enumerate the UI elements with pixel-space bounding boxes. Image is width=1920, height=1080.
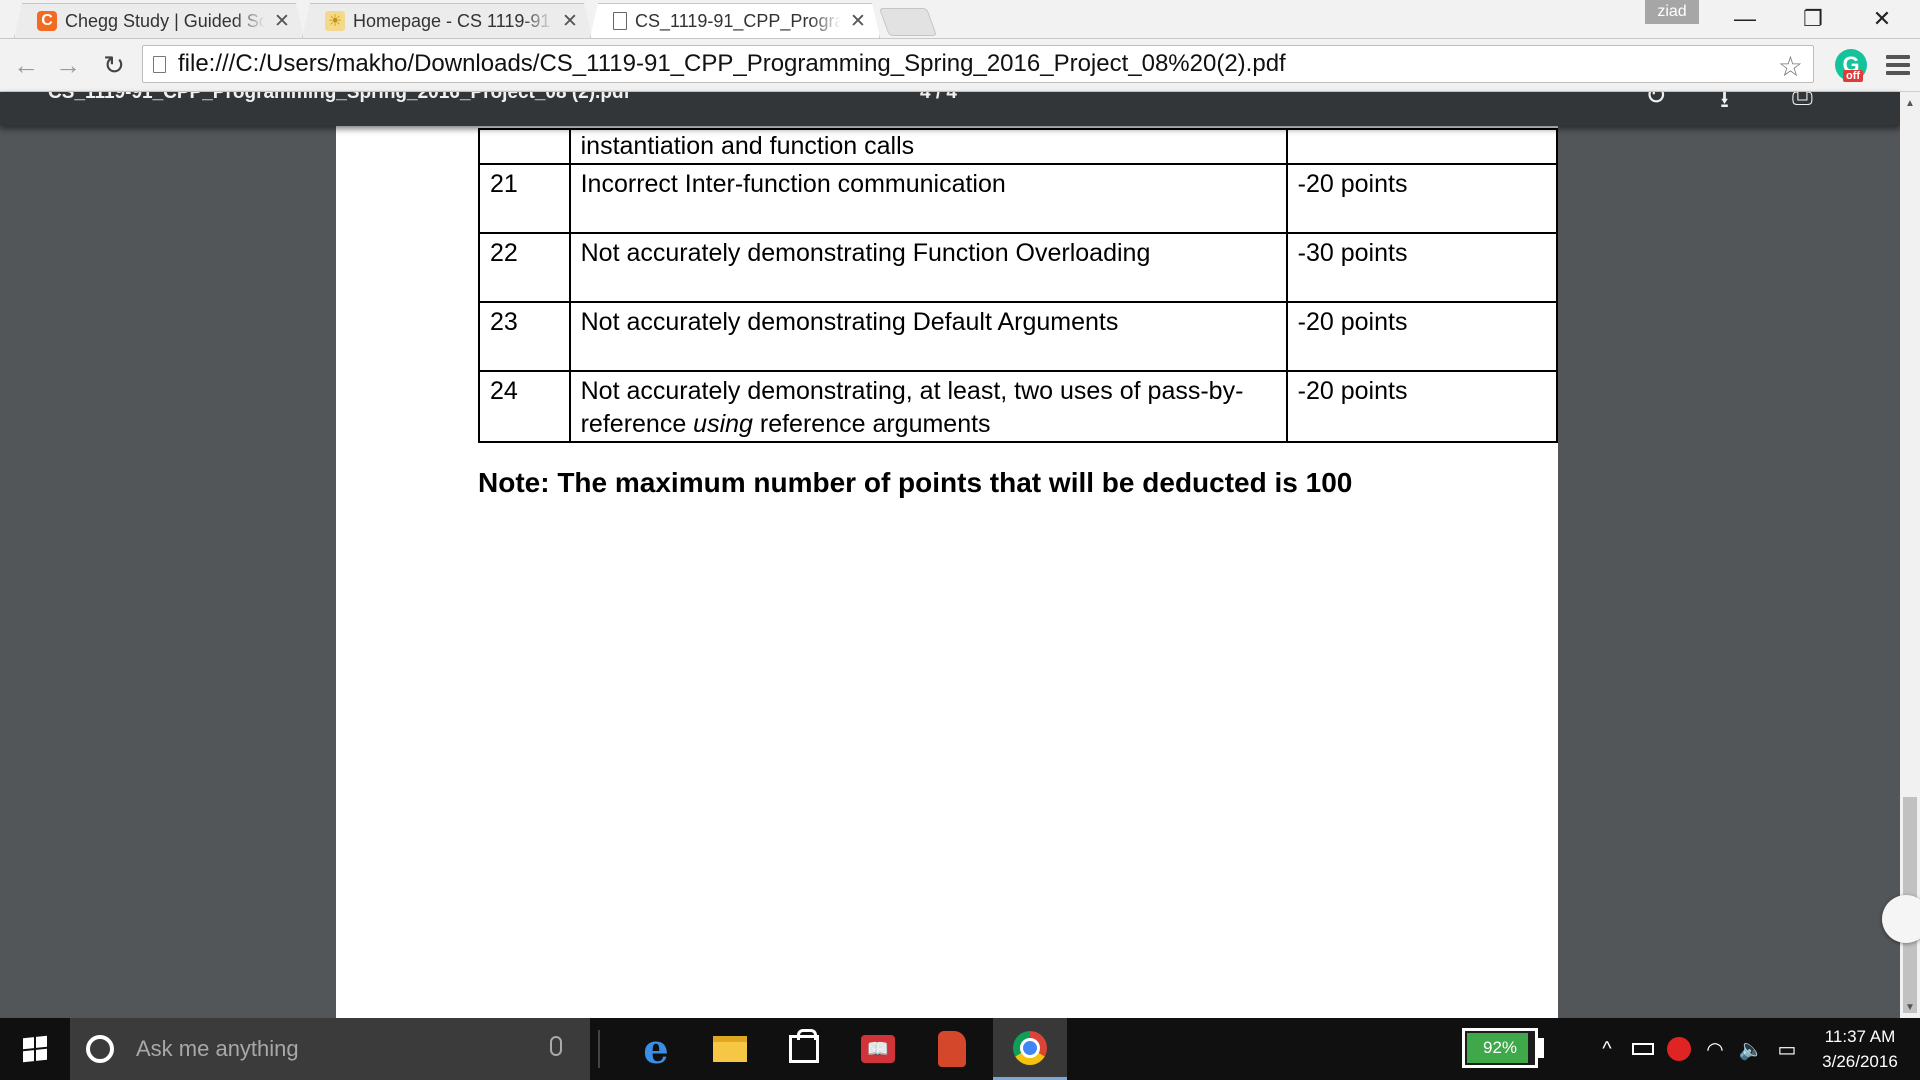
chegg-icon: C — [37, 11, 57, 31]
tab-homepage[interactable]: ☀ Homepage - CS 1119-91 C++ ✕ — [302, 3, 592, 38]
battery-percent: 92% — [1482, 1038, 1518, 1057]
table-row: 23 Not accurately demonstrating Default … — [478, 301, 1559, 372]
page-icon — [153, 55, 166, 73]
row-points: -20 points — [1285, 370, 1559, 443]
profile-button[interactable]: ziad — [1645, 0, 1699, 24]
wifi-icon[interactable]: ◠ — [1702, 1036, 1728, 1062]
row-number: 23 — [478, 301, 571, 372]
pdf-page: instantiation and function calls 21 Inco… — [336, 92, 1559, 1018]
taskbar-reader[interactable]: 📖 — [842, 1018, 914, 1080]
scroll-down-icon[interactable]: ▼ — [1900, 998, 1920, 1016]
table-row: 22 Not accurately demonstrating Function… — [478, 232, 1559, 303]
new-tab-button[interactable] — [878, 8, 938, 36]
forward-icon[interactable]: → — [50, 47, 86, 83]
row-description: Incorrect Inter-function communication — [568, 163, 1288, 234]
search-placeholder: Ask me anything — [136, 1036, 299, 1061]
row-number: 24 — [478, 370, 571, 443]
book-icon: 📖 — [861, 1035, 895, 1063]
pdf-filename: CS_1119-91_CPP_Programming_Spring_2016_P… — [48, 92, 630, 103]
homepage-icon: ☀ — [325, 11, 345, 31]
close-window-button[interactable]: ✕ — [1852, 2, 1912, 36]
taskbar-clock[interactable]: 11:37 AM 3/26/2016 — [1810, 1024, 1910, 1074]
chrome-menu-icon[interactable] — [1883, 51, 1913, 79]
row-number: 22 — [478, 232, 571, 303]
bird-icon — [938, 1031, 966, 1067]
close-icon[interactable]: ✕ — [561, 10, 579, 33]
tab-title: Homepage - CS 1119-91 C++ — [353, 10, 551, 31]
battery-widget[interactable]: 92% — [1462, 1028, 1538, 1068]
taskbar-divider — [598, 1030, 600, 1068]
taskbar-chrome[interactable] — [993, 1018, 1067, 1080]
table-row: 21 Incorrect Inter-function communicatio… — [478, 163, 1559, 234]
document-icon — [613, 12, 627, 30]
row-points — [1285, 128, 1559, 165]
row-number — [478, 128, 571, 165]
row-description: instantiation and function calls — [568, 128, 1288, 165]
deduction-note: Note: The maximum number of points that … — [478, 467, 1353, 498]
microphone-icon[interactable] — [550, 1036, 562, 1056]
url-text[interactable]: file:///C:/Users/makho/Downloads/CS_1119… — [178, 50, 1286, 78]
taskbar-store[interactable] — [768, 1018, 840, 1080]
print-icon[interactable]: ⎙ — [1792, 92, 1813, 112]
taskbar-app-bird[interactable] — [916, 1018, 988, 1080]
windows-icon — [23, 1035, 47, 1063]
table-row: instantiation and function calls — [478, 128, 1559, 165]
action-center-icon[interactable]: ▭ — [1774, 1036, 1800, 1062]
store-icon — [789, 1029, 819, 1063]
chrome-icon — [1013, 1030, 1047, 1065]
row-description: Not accurately demonstrating Default Arg… — [568, 301, 1288, 372]
taskbar-edge[interactable]: e — [620, 1018, 692, 1080]
close-icon[interactable]: ✕ — [273, 10, 291, 33]
row-number: 21 — [478, 163, 571, 234]
pdf-toolbar: CS_1119-91_CPP_Programming_Spring_2016_P… — [0, 92, 1900, 126]
tab-pdf[interactable]: CS_1119-91_CPP_Programming ✕ — [590, 3, 880, 38]
scrollbar[interactable]: ▲ ▼ — [1900, 92, 1920, 1018]
browser-toolbar: ← → ↻ file:///C:/Users/makho/Downloads/C… — [0, 39, 1920, 92]
cortana-search-box[interactable]: Ask me anything — [70, 1018, 590, 1080]
tab-title: CS_1119-91_CPP_Programming — [635, 10, 841, 31]
volume-icon[interactable]: 🔈 — [1738, 1036, 1764, 1062]
scroll-up-icon[interactable]: ▲ — [1900, 94, 1920, 112]
show-hidden-icons-icon[interactable]: ^ — [1594, 1036, 1620, 1062]
row-points: -20 points — [1285, 301, 1559, 372]
row-description: Not accurately demonstrating Function Ov… — [568, 232, 1288, 303]
tab-title: Chegg Study | Guided Solutions — [65, 10, 265, 31]
back-icon[interactable]: ← — [8, 47, 44, 83]
battery-tray-icon[interactable] — [1630, 1036, 1656, 1062]
pdf-viewer: instantiation and function calls 21 Inco… — [0, 92, 1900, 1018]
table-row: 24 Not accurately demonstrating, at leas… — [478, 370, 1559, 443]
battery-nub — [1538, 1038, 1544, 1058]
extension-off-badge: off — [1843, 70, 1864, 82]
rotate-icon[interactable]: ↻ — [1645, 92, 1667, 111]
folder-icon — [713, 1036, 747, 1062]
clock-time: 11:37 AM — [1824, 1027, 1896, 1046]
minimize-button[interactable]: — — [1715, 2, 1775, 36]
cortana-icon — [86, 1035, 114, 1063]
close-icon[interactable]: ✕ — [849, 10, 867, 33]
row-description: Not accurately demonstrating, at least, … — [568, 370, 1288, 443]
antivirus-icon[interactable] — [1666, 1036, 1692, 1062]
edge-icon: e — [643, 1025, 669, 1073]
download-icon[interactable]: ⭳ — [1720, 92, 1729, 124]
tab-chegg[interactable]: C Chegg Study | Guided Solutions ✕ — [14, 3, 304, 38]
tab-strip: C Chegg Study | Guided Solutions ✕ ☀ Hom… — [0, 0, 1920, 39]
page-indicator: 4 / 4 — [920, 92, 957, 103]
reload-icon[interactable]: ↻ — [96, 47, 132, 83]
rubric-table: instantiation and function calls 21 Inco… — [478, 128, 1559, 443]
taskbar-file-explorer[interactable] — [694, 1018, 766, 1080]
taskbar: Ask me anything e 📖 92% ^ ◠ 🔈 ▭ 11:37 AM… — [0, 1018, 1920, 1080]
row-points: -30 points — [1285, 232, 1559, 303]
clock-date: 3/26/2016 — [1822, 1052, 1898, 1071]
restore-button[interactable]: ❐ — [1783, 2, 1843, 36]
bookmark-star-icon[interactable]: ☆ — [1778, 50, 1803, 83]
address-bar[interactable]: file:///C:/Users/makho/Downloads/CS_1119… — [142, 45, 1814, 83]
start-button[interactable] — [0, 1018, 70, 1080]
row-points: -20 points — [1285, 163, 1559, 234]
